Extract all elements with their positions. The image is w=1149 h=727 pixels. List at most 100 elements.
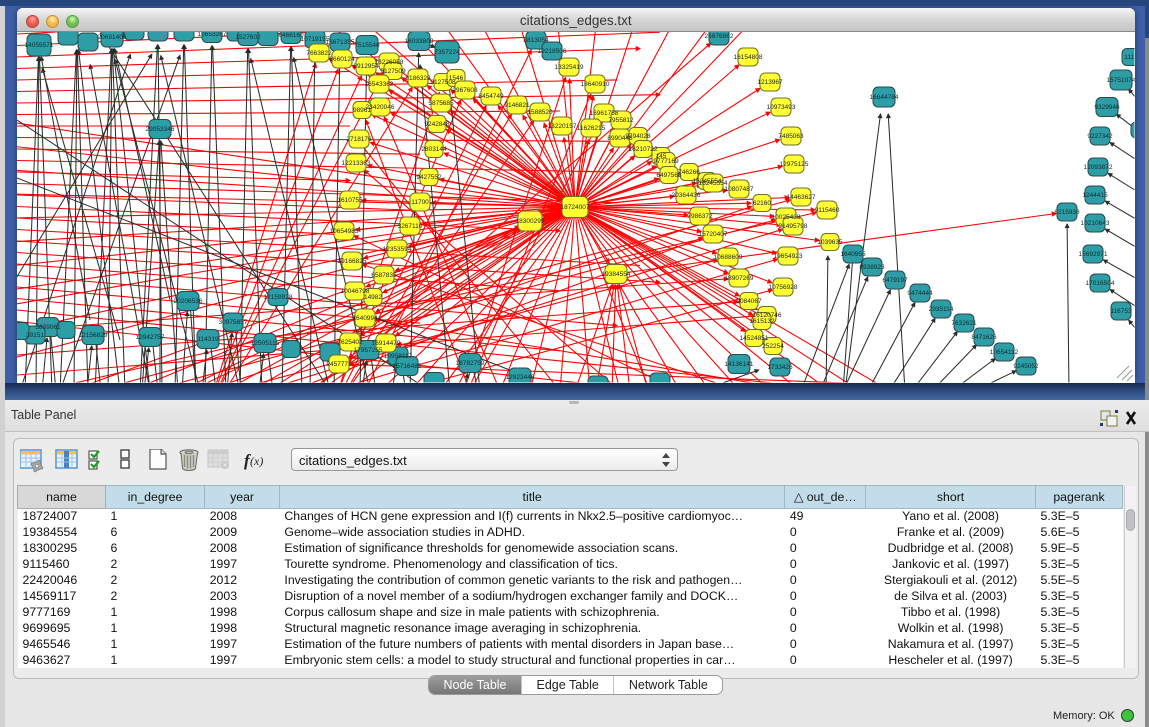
svg-text:1588520: 1588520 (527, 109, 553, 116)
svg-text:20364436: 20364436 (672, 192, 701, 199)
svg-text:1640955: 1640955 (840, 251, 866, 258)
svg-text:1733426: 1733426 (767, 364, 793, 371)
svg-text:19218506: 19218506 (538, 48, 567, 55)
svg-text:62160: 62160 (753, 200, 771, 207)
svg-text:14136141: 14136141 (725, 361, 754, 368)
svg-text:16671355: 16671355 (326, 39, 355, 46)
svg-text:13226058: 13226058 (375, 59, 404, 66)
svg-text:16644784: 16644784 (870, 94, 899, 101)
svg-text:19166825: 19166825 (338, 258, 367, 265)
svg-text:10653287: 10653287 (198, 31, 227, 38)
svg-text:12975125: 12975125 (780, 161, 809, 168)
svg-text:10807487: 10807487 (725, 186, 754, 193)
svg-text:6479197: 6479197 (882, 277, 908, 284)
svg-text:1640994: 1640994 (352, 315, 378, 322)
svg-text:8813054: 8813054 (523, 37, 549, 44)
svg-text:16245554: 16245554 (699, 180, 728, 187)
svg-text:7663822: 7663822 (306, 50, 332, 57)
svg-text:12353594: 12353594 (383, 246, 412, 253)
svg-text:12923446: 12923446 (506, 374, 535, 381)
svg-text:1244415: 1244415 (1082, 192, 1108, 199)
svg-text:10210643: 10210643 (1081, 220, 1110, 227)
svg-text:17016504: 17016504 (1086, 280, 1115, 287)
svg-text:7986372: 7986372 (687, 213, 713, 220)
svg-text:19384554: 19384554 (602, 271, 631, 278)
svg-text:21495798: 21495798 (779, 223, 808, 230)
svg-text:16154808: 16154808 (734, 54, 763, 61)
svg-text:10958117: 10958117 (384, 353, 413, 360)
svg-text:7625402: 7625402 (337, 339, 363, 346)
svg-text:10756928: 10756928 (769, 284, 798, 291)
svg-text:20206536: 20206536 (174, 298, 203, 305)
svg-text:1546: 1546 (449, 75, 464, 82)
svg-text:7955812: 7955812 (608, 117, 634, 124)
svg-text:9427552: 9427552 (416, 174, 442, 181)
svg-text:10654112: 10654112 (990, 349, 1019, 356)
svg-text:10654985: 10654985 (330, 228, 359, 235)
svg-text:9777169: 9777169 (653, 158, 679, 165)
svg-text:7515546: 7515546 (354, 42, 380, 49)
svg-text:14982: 14982 (364, 294, 382, 301)
svg-text:1527602: 1527602 (235, 34, 261, 41)
svg-text:12156829: 12156829 (79, 332, 108, 339)
svg-text:9794028: 9794028 (625, 133, 651, 140)
svg-text:5875685: 5875685 (428, 100, 454, 107)
svg-text:252254: 252254 (762, 343, 784, 350)
svg-text:10688609: 10688609 (714, 254, 743, 261)
svg-text:16914479: 16914479 (372, 340, 401, 347)
svg-text:1039635: 1039635 (817, 239, 843, 246)
svg-text:1213967: 1213967 (757, 79, 783, 86)
svg-text:20691406: 20691406 (98, 34, 127, 41)
svg-text:1610755: 1610755 (337, 197, 363, 204)
svg-text:9115460: 9115460 (815, 207, 840, 214)
svg-text:13220157: 13220157 (548, 123, 577, 130)
svg-text:6497568: 6497568 (656, 172, 682, 179)
svg-text:12505115: 12505115 (251, 340, 280, 347)
svg-text:7632621: 7632621 (951, 320, 977, 327)
svg-text:16033809: 16033809 (405, 38, 434, 45)
svg-text:30975857: 30975857 (219, 319, 248, 326)
svg-text:8471626: 8471626 (971, 334, 997, 341)
svg-text:9146821: 9146821 (504, 102, 530, 109)
svg-text:8186328: 8186328 (405, 75, 431, 82)
svg-text:14055571: 14055571 (25, 42, 54, 49)
svg-text:9474444: 9474444 (907, 290, 933, 297)
svg-text:16210722: 16210722 (629, 146, 658, 153)
svg-text:18907269: 18907269 (725, 275, 754, 282)
svg-text:15692971: 15692971 (1079, 251, 1108, 258)
svg-text:39151: 39151 (26, 332, 44, 339)
svg-text:12942757: 12942757 (136, 334, 165, 341)
svg-text:12093872: 12093872 (1084, 164, 1113, 171)
svg-text:3267110: 3267110 (398, 223, 423, 230)
svg-text:19654923: 19654923 (774, 253, 803, 260)
svg-text:(x): (x) (250, 454, 263, 468)
svg-text:8454749: 8454749 (478, 93, 504, 100)
svg-text:114319: 114319 (197, 336, 219, 343)
svg-text:12213363: 12213363 (342, 160, 371, 167)
svg-text:18300295: 18300295 (516, 218, 545, 225)
svg-text:2967608: 2967608 (452, 87, 478, 94)
svg-text:16543362: 16543362 (365, 81, 394, 88)
svg-text:15720407: 15720407 (699, 231, 728, 238)
svg-text:6587835: 6587835 (371, 272, 397, 279)
svg-text:9084067: 9084067 (736, 298, 762, 305)
svg-text:98961: 98961 (353, 107, 371, 114)
svg-text:9660124: 9660124 (329, 56, 355, 63)
svg-text:10025438: 10025438 (772, 214, 801, 221)
svg-text:14524851: 14524851 (740, 335, 769, 342)
svg-text:9457771: 9457771 (326, 361, 352, 368)
svg-text:9245052: 9245052 (1013, 363, 1039, 370)
svg-text:116753: 116753 (1110, 308, 1132, 315)
svg-text:1112: 1112 (1124, 54, 1138, 61)
svg-text:11626215: 11626215 (577, 125, 606, 132)
svg-text:7485063: 7485063 (778, 133, 804, 140)
svg-text:18640910: 18640910 (581, 81, 610, 88)
svg-text:15716485: 15716485 (393, 363, 422, 370)
svg-text:13325419: 13325419 (555, 64, 584, 71)
svg-text:5839061: 5839061 (35, 324, 61, 331)
svg-text:9329946: 9329946 (1094, 104, 1120, 111)
svg-text:9127509: 9127509 (380, 68, 406, 75)
svg-text:12159928: 12159928 (264, 294, 293, 301)
svg-text:1615132: 1615132 (749, 318, 775, 325)
svg-text:17957255: 17957255 (354, 347, 383, 354)
